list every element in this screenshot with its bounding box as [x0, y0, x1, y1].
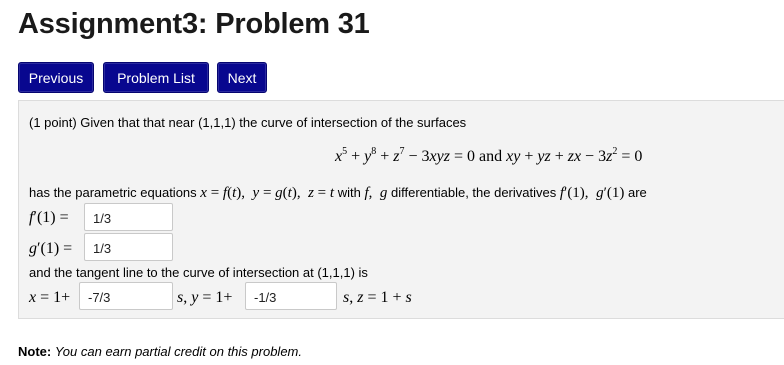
z-equation: s, z = 1 + s: [343, 289, 412, 306]
f-prime-answer-input[interactable]: 1/3: [84, 203, 173, 231]
and-word: and: [479, 148, 503, 165]
problem-panel: (1 point) Given that that near (1,1,1) t…: [18, 100, 784, 319]
differentiable-text: differentiable, the derivatives: [390, 185, 557, 200]
with-word: with: [337, 185, 361, 200]
page-title: Assignment3: Problem 31: [18, 8, 370, 40]
x-equation-label: x = 1+: [29, 289, 71, 306]
partial-credit-note: Note: You can earn partial credit on thi…: [18, 344, 302, 359]
previous-button[interactable]: Previous: [18, 62, 94, 93]
param-prefix: has the parametric equations: [29, 185, 197, 200]
note-label: Note:: [18, 344, 52, 359]
y-equation-label: s, y = 1+: [177, 289, 233, 306]
problem-intro: (1 point) Given that that near (1,1,1) t…: [29, 115, 467, 130]
surface-equations: x5 + y8 + z7 − 3xyz = 0 and xy + yz + zx…: [335, 146, 643, 166]
note-text: You can earn partial credit on this prob…: [54, 344, 302, 359]
tangent-line-text: and the tangent line to the curve of int…: [29, 265, 368, 280]
problem-list-button[interactable]: Problem List: [103, 62, 209, 93]
parametric-line: has the parametric equations x = f(t), y…: [29, 185, 647, 201]
x-coefficient-input[interactable]: -7/3: [79, 282, 173, 310]
g-prime-label: g′(1) =: [29, 240, 73, 257]
g-prime-answer-input[interactable]: 1/3: [84, 233, 173, 261]
y-coefficient-input[interactable]: -1/3: [245, 282, 337, 310]
f-prime-label: f′(1) =: [29, 209, 69, 226]
next-button[interactable]: Next: [217, 62, 267, 93]
are-word: are: [627, 185, 647, 200]
